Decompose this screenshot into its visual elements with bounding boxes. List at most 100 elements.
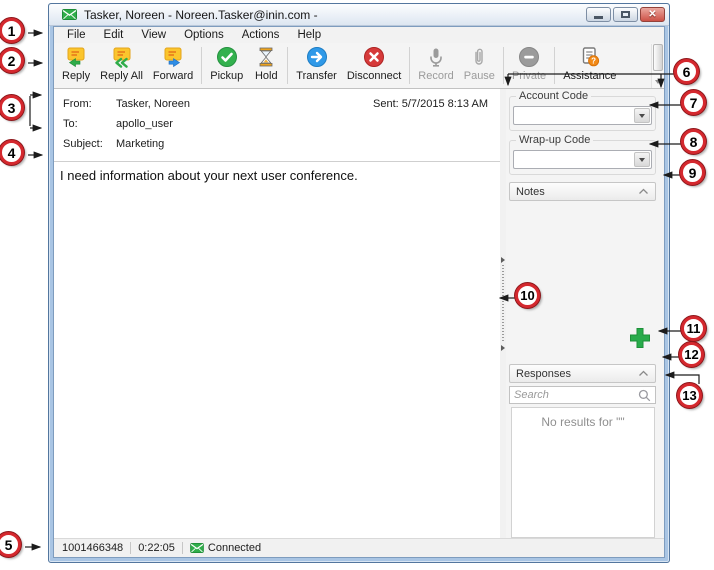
status-divider: [130, 542, 131, 554]
menu-options[interactable]: Options: [175, 29, 233, 41]
pause-icon: [468, 46, 490, 68]
no-results-text: No results for "": [541, 415, 624, 429]
hold-button[interactable]: Hold: [248, 43, 284, 88]
subject-label: Subject:: [63, 138, 116, 150]
callout-2: 2: [0, 48, 24, 73]
responses-results-panel: No results for "": [511, 407, 655, 538]
pickup-icon: [216, 46, 238, 68]
reply-all-button[interactable]: Reply All: [95, 43, 148, 88]
account-code-group: Account Code: [509, 96, 656, 131]
minimize-button[interactable]: [586, 7, 611, 22]
pause-button[interactable]: Pause: [459, 43, 500, 88]
close-icon: ✕: [648, 10, 656, 20]
menu-bar: File Edit View Options Actions Help: [54, 27, 664, 43]
menu-help[interactable]: Help: [288, 29, 330, 41]
responses-label: Responses: [516, 368, 571, 380]
toolbar-separator: [201, 47, 202, 84]
private-label: Private: [512, 70, 546, 82]
toolbar-separator: [554, 47, 555, 84]
menu-actions[interactable]: Actions: [233, 29, 289, 41]
toolbar-separator: [503, 47, 504, 84]
email-envelope-icon: [190, 543, 204, 553]
splitter-arrow-icon: [501, 257, 505, 263]
toolbar-separator: [287, 47, 288, 84]
interaction-duration: 0:22:05: [138, 542, 175, 554]
toolbar-scrollbar[interactable]: [651, 44, 664, 88]
status-divider: [182, 542, 183, 554]
status-bar: 1001466348 0:22:05 Connected: [54, 538, 664, 557]
chevron-down-icon[interactable]: [634, 152, 650, 167]
splitter-arrow-icon: [501, 345, 505, 351]
forward-icon: [162, 46, 184, 68]
private-button[interactable]: Private: [507, 43, 551, 88]
account-code-select[interactable]: [513, 106, 652, 125]
callout-11: 11: [681, 316, 706, 341]
callout-10: 10: [515, 283, 540, 308]
pause-label: Pause: [464, 70, 495, 82]
menu-file[interactable]: File: [58, 29, 95, 41]
assistance-icon: ?: [579, 46, 601, 68]
record-button[interactable]: Record: [413, 43, 458, 88]
sent-value: Sent: 5/7/2015 8:13 AM: [373, 98, 488, 110]
callout-6: 6: [674, 59, 699, 84]
search-icon: [638, 389, 651, 402]
scrollbar-thumb[interactable]: [653, 44, 663, 71]
callout-9: 9: [680, 160, 705, 185]
callout-1: 1: [0, 18, 24, 43]
chevron-down-icon[interactable]: [634, 108, 650, 123]
notes-section-header[interactable]: Notes: [509, 182, 656, 201]
search-placeholder: Search: [514, 389, 638, 401]
private-icon: [518, 46, 540, 68]
callout-12: 12: [679, 342, 704, 367]
callout-3: 3: [0, 95, 24, 120]
subject-value: Marketing: [116, 138, 488, 150]
connection-state: Connected: [208, 542, 261, 554]
transfer-button[interactable]: Transfer: [291, 43, 342, 88]
responses-section-header[interactable]: Responses: [509, 364, 656, 383]
from-value: Tasker, Noreen: [116, 98, 373, 110]
reply-all-label: Reply All: [100, 70, 143, 82]
svg-text:?: ?: [591, 57, 596, 66]
transfer-icon: [306, 46, 328, 68]
chevron-up-icon: [638, 186, 649, 198]
callout-7: 7: [681, 90, 706, 115]
add-note-button[interactable]: [627, 325, 653, 351]
toolbar-separator: [409, 47, 410, 84]
scrollbar-down-arrow-icon[interactable]: [652, 76, 664, 87]
pane-splitter[interactable]: [500, 89, 506, 538]
reply-button[interactable]: Reply: [57, 43, 95, 88]
pickup-label: Pickup: [210, 70, 243, 82]
maximize-button[interactable]: [613, 7, 638, 22]
assistance-button[interactable]: ? Assistance: [558, 43, 621, 88]
account-code-label: Account Code: [516, 90, 591, 102]
minimize-icon: [594, 16, 603, 19]
email-interaction-window: Tasker, Noreen - Noreen.Tasker@inin.com …: [48, 3, 670, 563]
close-button[interactable]: ✕: [640, 7, 665, 22]
interaction-sidebar: Account Code Wrap-up Code Notes: [506, 89, 664, 538]
email-body-text: I need information about your next user …: [54, 162, 500, 538]
transfer-label: Transfer: [296, 70, 337, 82]
menu-edit[interactable]: Edit: [95, 29, 133, 41]
callout-5: 5: [0, 532, 21, 557]
hold-icon: [255, 46, 277, 68]
callout-8: 8: [681, 129, 706, 154]
responses-search-input[interactable]: Search: [509, 386, 656, 404]
menu-view[interactable]: View: [132, 29, 175, 41]
reply-all-icon: [111, 46, 133, 68]
to-label: To:: [63, 118, 116, 130]
maximize-icon: [621, 11, 630, 18]
disconnect-button[interactable]: Disconnect: [342, 43, 406, 88]
wrapup-code-label: Wrap-up Code: [516, 134, 593, 146]
pickup-button[interactable]: Pickup: [205, 43, 248, 88]
record-icon: [425, 46, 447, 68]
wrapup-code-select[interactable]: [513, 150, 652, 169]
forward-button[interactable]: Forward: [148, 43, 198, 88]
toolbar: Reply Reply All Forward: [54, 43, 664, 89]
notes-label: Notes: [516, 186, 545, 198]
from-label: From:: [63, 98, 116, 110]
splitter-dots: [502, 265, 504, 343]
splitter-grip[interactable]: [501, 257, 505, 351]
email-header: From: Tasker, Noreen Sent: 5/7/2015 8:13…: [54, 89, 500, 162]
reply-icon: [65, 46, 87, 68]
wrapup-code-group: Wrap-up Code: [509, 140, 656, 175]
